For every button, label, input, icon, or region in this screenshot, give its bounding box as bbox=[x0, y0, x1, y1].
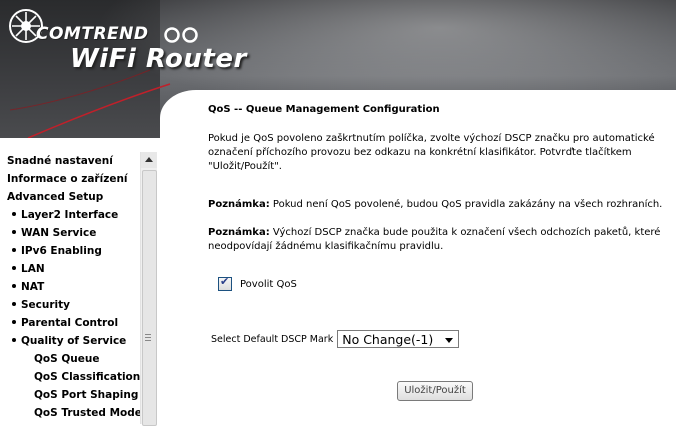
sidebar-item-label: Layer2 Interface bbox=[21, 209, 119, 221]
sidebar-item-qos-classification[interactable]: QoS Classification bbox=[0, 368, 140, 386]
sidebar-item-security[interactable]: Security bbox=[0, 296, 140, 314]
sidebar-item-label: Advanced Setup bbox=[7, 191, 104, 203]
sidebar-item-lan[interactable]: LAN bbox=[0, 260, 140, 278]
sidebar-item-wan-service[interactable]: WAN Service bbox=[0, 224, 140, 242]
note-label: Poznámka: bbox=[208, 227, 270, 238]
scrollbar-grip-icon bbox=[145, 334, 151, 343]
bullet-icon bbox=[12, 248, 16, 252]
sidebar-item-qos-port-shaping[interactable]: QoS Port Shaping bbox=[0, 386, 140, 404]
bullet-icon bbox=[12, 302, 16, 306]
sidebar-item-qos-queue[interactable]: QoS Queue bbox=[0, 350, 140, 368]
sidebar-item-qos-trusted-mode[interactable]: QoS Trusted Mode bbox=[0, 404, 142, 422]
bullet-icon bbox=[12, 212, 16, 216]
sidebar-item-label: QoS Classification bbox=[34, 371, 141, 383]
sidebar-item-label: QoS Trusted Mode bbox=[34, 407, 142, 419]
dscp-selected-value: No Change(-1) bbox=[342, 332, 434, 347]
sidebar-item-label: NAT bbox=[21, 281, 45, 293]
bullet-icon bbox=[12, 338, 16, 342]
note-label: Poznámka: bbox=[208, 199, 270, 210]
bullet-icon bbox=[12, 284, 16, 288]
note-qos-disabled: Poznámka: Pokud není QoS povolené, budou… bbox=[208, 198, 668, 212]
bullet-icon bbox=[12, 230, 16, 234]
intro-text: Pokud je QoS povoleno zaškrtnutím políčk… bbox=[208, 133, 655, 172]
page-title: QoS -- Queue Management Configuration bbox=[208, 104, 440, 115]
note-default-dscp: Poznámka: Výchozí DSCP značka bude použi… bbox=[208, 226, 668, 254]
enable-qos-row: Povolit QoS bbox=[218, 275, 297, 292]
enable-qos-checkbox[interactable] bbox=[218, 275, 232, 291]
bullet-icon bbox=[12, 320, 16, 324]
sidebar-item-snadn-nastaven[interactable]: Snadné nastavení bbox=[0, 152, 140, 170]
sidebar-item-label: LAN bbox=[21, 263, 45, 275]
sidebar-item-nat[interactable]: NAT bbox=[0, 278, 140, 296]
sidebar-item-advanced-setup[interactable]: Advanced Setup bbox=[0, 188, 140, 206]
sidebar-item-label: Snadné nastavení bbox=[7, 155, 113, 167]
dscp-label: Select Default DSCP Mark bbox=[211, 333, 334, 345]
sidebar-item-label: Quality of Service bbox=[21, 335, 127, 347]
sidebar-item-label: QoS Port Shaping bbox=[34, 389, 139, 401]
chevron-down-icon bbox=[445, 338, 454, 343]
sidebar-item-label: WAN Service bbox=[21, 227, 97, 239]
sidebar-scrollbar[interactable] bbox=[140, 152, 157, 426]
sidebar-item-informace-o-za-zen[interactable]: Informace o zařízení bbox=[0, 170, 140, 188]
menu-list: Snadné nastavení Informace o zařízení Adva… bbox=[0, 152, 142, 422]
dscp-row: Select Default DSCP Mark No Change(-1) bbox=[211, 330, 460, 348]
bullet-icon bbox=[12, 266, 16, 270]
header-banner: COMTREND WiFi Router bbox=[0, 0, 676, 138]
sidebar-item-label: Informace o zařízení bbox=[7, 173, 128, 185]
sidebar-menu: Snadné nastavení Informace o zařízení Adva… bbox=[0, 138, 156, 424]
sidebar-item-quality-of-service[interactable]: Quality of Service bbox=[0, 332, 140, 350]
note-text: Pokud není QoS povolené, budou QoS pravi… bbox=[269, 199, 663, 210]
sidebar-item-parental-control[interactable]: Parental Control bbox=[0, 314, 140, 332]
sidebar-item-ipv6-enabling[interactable]: IPv6 Enabling bbox=[0, 242, 140, 260]
sidebar-item-label: IPv6 Enabling bbox=[21, 245, 102, 257]
brand-name: COMTREND bbox=[36, 24, 149, 44]
scroll-up-arrow-icon[interactable] bbox=[141, 152, 157, 168]
sidebar-item-label: Security bbox=[21, 299, 71, 311]
sidebar-item-label: Parental Control bbox=[21, 317, 119, 329]
dscp-mark-select[interactable]: No Change(-1) bbox=[337, 330, 460, 348]
sidebar-item-label: QoS Queue bbox=[34, 353, 100, 365]
product-name: WiFi Router bbox=[70, 44, 247, 74]
note-text: Výchozí DSCP značka bude použita k označ… bbox=[208, 227, 661, 252]
scrollbar-thumb[interactable] bbox=[142, 170, 157, 426]
save-apply-button[interactable]: Uložit/Použít bbox=[397, 381, 473, 401]
sidebar-item-layer2-interface[interactable]: Layer2 Interface bbox=[0, 206, 140, 224]
brand-circles-icon bbox=[164, 27, 198, 43]
enable-qos-label: Povolit QoS bbox=[240, 278, 297, 290]
